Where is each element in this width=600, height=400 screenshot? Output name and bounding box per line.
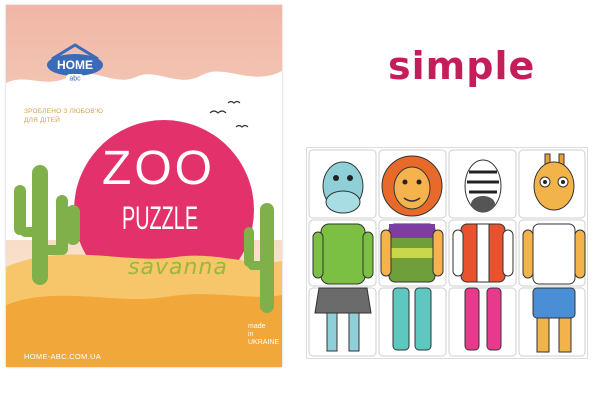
puzzle-cards-sheet [306,147,588,359]
box-tagline: ЗРОБЛЕНО З ЛЮБОВ'Ю ДЛЯ ДІТЕЙ [24,107,103,125]
home-abc-logo-icon: HOME abc [47,43,103,83]
tagline-line: ДЛЯ ДІТЕЙ [24,117,61,124]
logo-bottom-text: abc [69,76,81,83]
giraffe-figure [522,153,586,353]
website-url: HOME-ABC.COM.UA [24,352,102,361]
made-in-line: in [248,331,254,338]
made-in-ukraine-badge: made in ukraine [248,323,280,347]
difficulty-label: simple [388,44,536,88]
zebra-figure [452,159,514,351]
made-in-line: made [248,323,266,330]
made-in-line: ukraine [248,339,280,346]
lion-figure [380,155,444,351]
puzzle-illustration [308,149,586,357]
home-abc-logo: HOME abc [44,43,106,83]
zoo-puzzle-box: HOME abc ЗРОБЛЕНО З ЛЮБОВ'Ю ДЛЯ ДІТЕЙ ZO… [6,5,282,367]
title-zoo: ZOO [102,142,215,195]
title-puzzle: PUZZLE [122,200,199,236]
logo-top-text: HOME [57,58,93,72]
subtitle-savanna: savanna [128,255,228,280]
tagline-line: ЗРОБЛЕНО З ЛЮБОВ'Ю [24,108,104,115]
hippo-figure [312,161,374,352]
